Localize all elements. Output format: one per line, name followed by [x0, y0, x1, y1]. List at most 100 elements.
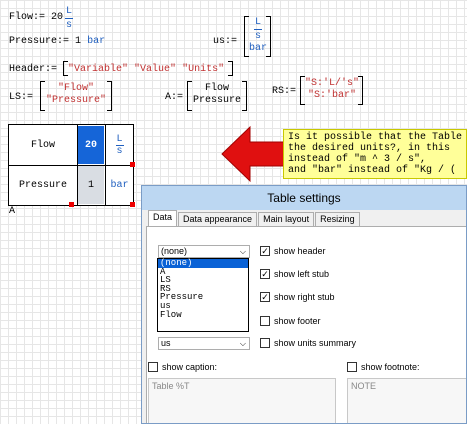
header-item: "Units"	[182, 64, 225, 75]
checkbox-label: show footer	[274, 316, 321, 326]
resize-handle[interactable]	[69, 202, 74, 207]
pressure-var-name: Pressure	[9, 36, 58, 47]
footnote-textarea[interactable]: NOTE	[347, 378, 466, 423]
checkbox-check-icon: ✓	[260, 269, 270, 279]
show-caption-checkbox[interactable]: show caption:	[148, 362, 217, 372]
table-cell-flow-value[interactable]: 20	[78, 126, 104, 164]
callout-line: and "bar" instead of "Kg / (	[288, 165, 457, 176]
assign-op: :=	[21, 92, 34, 103]
rs-definition[interactable]: RS:=	[272, 86, 296, 97]
resize-handle[interactable]	[130, 162, 135, 167]
checkbox-check-icon: ✓	[260, 246, 270, 256]
table-caption: A	[9, 206, 16, 217]
red-arrow-icon	[221, 125, 285, 183]
show-footnote-checkbox[interactable]: show footnote:	[347, 362, 420, 372]
units-source-select[interactable]: us ⌵	[158, 337, 250, 350]
chevron-down-icon: ⌵	[239, 247, 246, 256]
flow-value: 20	[51, 12, 64, 23]
rs-items: "S:'L/'s" "S:'bar"	[304, 78, 360, 102]
cell-value: 1	[87, 179, 94, 191]
table-stub-flow: Flow	[9, 125, 77, 165]
ls-item: "Pressure"	[45, 95, 106, 106]
assign-op: :=	[45, 64, 58, 75]
assign-op: :=	[225, 36, 238, 47]
header-source-select[interactable]: (none) ⌵	[158, 245, 250, 258]
header-definition[interactable]: Header:=	[9, 64, 57, 75]
rs-item: "S:'L/'s"	[304, 78, 359, 89]
caption-textarea[interactable]: Table %T	[148, 378, 336, 423]
a-definition[interactable]: A:=	[165, 92, 183, 103]
dialog-title: Table settings	[267, 191, 341, 205]
show-units-summary-checkbox[interactable]: show units summary	[260, 338, 356, 348]
header-item: "Variable"	[68, 64, 129, 75]
tab-data-appearance[interactable]: Data appearance	[178, 212, 258, 226]
comment-callout[interactable]: Is it possible that the Table the desired…	[283, 129, 467, 179]
matrix-right-bracket	[266, 16, 271, 57]
show-right-stub-checkbox[interactable]: ✓ show right stub	[260, 292, 335, 302]
rs-item: "S:'bar"	[307, 90, 356, 101]
us-var-name: us	[213, 36, 226, 47]
header-items: "Variable" "Value" "Units"	[68, 64, 224, 75]
flow-unit-den: s	[65, 20, 72, 31]
ls-definition[interactable]: LS:=	[9, 92, 33, 103]
chevron-down-icon: ⌵	[239, 339, 246, 348]
dropdown-option[interactable]: (none)	[158, 259, 248, 268]
dropdown-option[interactable]: A	[158, 267, 248, 277]
assign-op: :=	[284, 86, 297, 97]
matrix-right-bracket	[358, 76, 363, 105]
dropdown-option[interactable]: Pressure	[158, 293, 248, 302]
matrix-right-bracket	[107, 81, 112, 111]
a-items: Flow Pressure	[191, 83, 243, 107]
checkbox-label: show header	[274, 246, 326, 256]
ls-var-name: LS	[9, 92, 22, 103]
header-item: "Value"	[134, 64, 177, 75]
matrix-right-bracket	[242, 81, 247, 111]
us-top-den: s	[254, 31, 261, 42]
us-bottom: bar	[248, 43, 267, 54]
table-cell-pressure-unit: bar	[106, 166, 133, 205]
checkbox-label: show units summary	[274, 338, 357, 348]
pressure-definition[interactable]: Pressure:= 1 bar	[9, 36, 105, 47]
tab-main-layout[interactable]: Main layout	[258, 212, 315, 226]
resize-handle[interactable]	[130, 202, 135, 207]
unit-den: s	[116, 145, 123, 157]
assign-op: :=	[57, 36, 70, 47]
show-left-stub-checkbox[interactable]: ✓ show left stub	[260, 269, 329, 279]
assign-op: :=	[171, 92, 184, 103]
cell-value: 20	[84, 139, 97, 151]
pressure-unit: bar	[87, 36, 106, 47]
table-cell-pressure-value[interactable]: 1	[78, 166, 104, 204]
dialog-title-bar[interactable]: Table settings	[142, 186, 466, 210]
show-footer-checkbox[interactable]: show footer	[260, 316, 321, 326]
ls-item: "Flow"	[57, 83, 94, 94]
header-source-dropdown[interactable]: (none) A LS RS Pressure us Flow	[157, 258, 249, 332]
select-value: us	[161, 338, 171, 348]
table-stub-pressure: Pressure	[9, 166, 77, 205]
flow-definition[interactable]: Flow:= 20	[9, 12, 63, 23]
unit-num: L	[116, 133, 123, 145]
flow-unit: L s	[65, 6, 73, 31]
table-region[interactable]: Flow 20 L s Pressure 1 bar	[8, 124, 135, 207]
us-definition[interactable]: us:=	[213, 36, 237, 47]
checkbox-label: show left stub	[274, 269, 330, 279]
checkbox-empty-icon	[347, 362, 357, 372]
dropdown-option[interactable]: Flow	[158, 310, 248, 320]
dialog-tabs: Data Data appearance Main layout Resizin…	[148, 210, 361, 226]
unit-text: bar	[110, 180, 129, 191]
checkbox-empty-icon	[148, 362, 158, 372]
rs-var-name: RS	[272, 86, 285, 97]
checkbox-label: show caption:	[162, 362, 218, 372]
table-cell-flow-unit: L s	[106, 125, 133, 165]
show-header-checkbox[interactable]: ✓ show header	[260, 246, 326, 256]
checkbox-check-icon: ✓	[260, 292, 270, 302]
checkbox-label: show footnote:	[361, 362, 420, 372]
dropdown-option[interactable]: LS	[158, 276, 248, 285]
tab-resizing[interactable]: Resizing	[315, 212, 360, 226]
checkbox-empty-icon	[260, 316, 270, 326]
callout-line: the desired units?, in this	[288, 143, 451, 154]
checkbox-empty-icon	[260, 338, 270, 348]
tab-data[interactable]: Data	[148, 210, 178, 226]
callout-line: Is it possible that the Table	[288, 132, 463, 143]
ls-items: "Flow" "Pressure"	[44, 83, 108, 107]
flow-unit-num: L	[65, 6, 72, 17]
